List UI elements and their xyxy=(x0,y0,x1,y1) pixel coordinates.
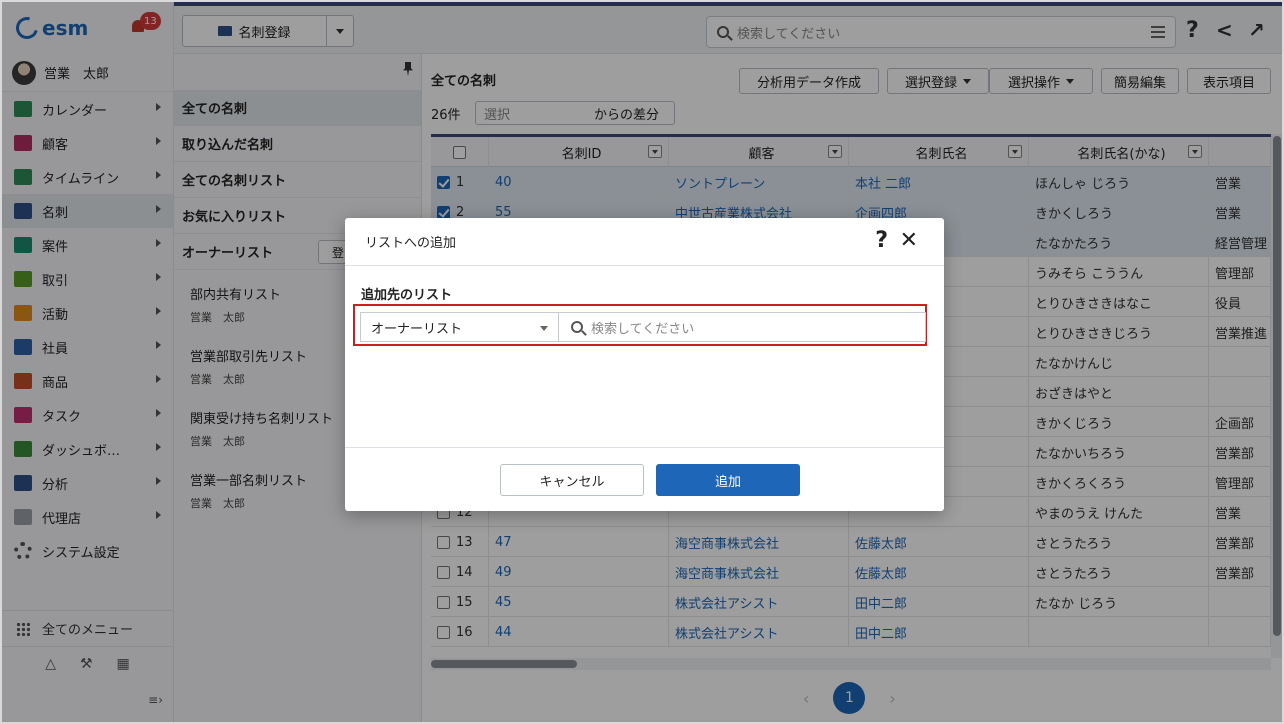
list-type-value: オーナーリスト xyxy=(371,321,463,337)
dialog-title: リストへの追加 xyxy=(365,236,457,251)
list-type-select[interactable]: オーナーリスト xyxy=(360,312,558,342)
app-frame: esm 13 営業 太郎 カレンダー 顧客 タイムライン 名刺 案件 取引 活動 社員 商品 タス… xyxy=(0,0,1284,724)
add-to-list-dialog: リストへの追加 ? ✕ 追加先のリスト オーナーリスト 検索してください キャン… xyxy=(345,218,944,511)
help-icon[interactable]: ? xyxy=(875,228,888,253)
dialog-footer: キャンセル 追加 xyxy=(345,448,944,510)
list-search-input[interactable]: 検索してください xyxy=(558,312,926,342)
dialog-header: リストへの追加 ? ✕ xyxy=(345,218,944,266)
dialog-body: 追加先のリスト オーナーリスト 検索してください xyxy=(345,266,944,448)
chevron-down-icon xyxy=(540,326,548,331)
list-search-placeholder: 検索してください xyxy=(591,321,695,337)
close-icon[interactable]: ✕ xyxy=(900,228,918,253)
target-list-label: 追加先のリスト xyxy=(361,288,453,303)
add-button[interactable]: 追加 xyxy=(656,464,800,496)
search-icon xyxy=(571,321,583,333)
cancel-button[interactable]: キャンセル xyxy=(500,464,644,496)
